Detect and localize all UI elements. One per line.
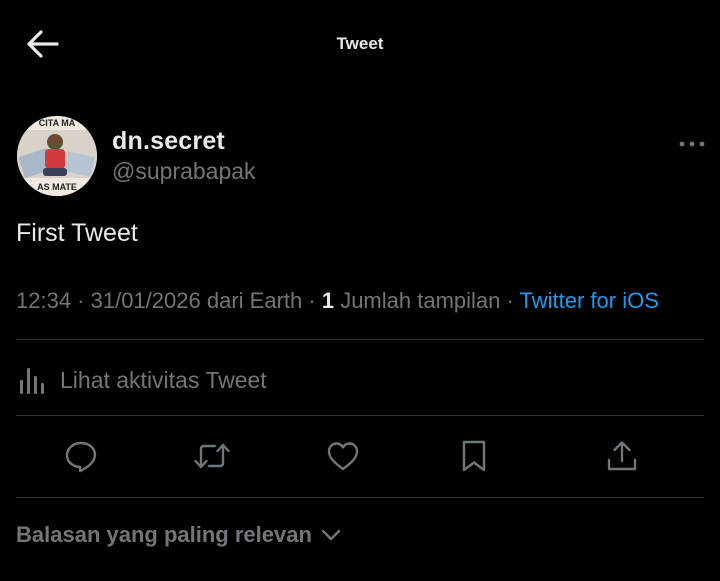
reply-icon [65,441,97,473]
heart-icon [327,442,359,471]
share-icon [607,441,637,471]
view-tweet-activity-label: Lihat aktivitas Tweet [60,366,267,393]
divider [16,339,704,340]
view-count: 1 [321,288,335,313]
more-options-button[interactable] [676,134,708,154]
meta-separator: · [302,288,322,313]
like-button[interactable] [323,436,363,476]
retweet-icon [194,443,230,469]
tweet-source: dari Earth [206,288,303,313]
avatar[interactable]: CITA MA AS MATE [17,116,97,196]
client-link[interactable]: Twitter for iOS [520,288,659,313]
tweet-text: First Tweet [16,219,138,247]
view-tweet-activity[interactable]: Lihat aktivitas Tweet [16,360,267,400]
page-title: Tweet [336,34,384,53]
analytics-icon [20,368,44,394]
replies-sort-dropdown[interactable]: Balasan yang paling relevan [16,522,342,548]
tweet-meta: 12:34 · 31/01/2026 dari Earth · 1 Jumlah… [16,288,659,314]
divider [16,415,704,416]
chevron-down-icon [321,529,341,541]
more-horizontal-icon [679,141,705,147]
replies-sort-label: Balasan yang paling relevan [16,522,312,547]
author-display-name[interactable]: dn.secret [112,127,225,156]
divider [16,497,704,498]
author-handle[interactable]: @suprabapak [112,158,256,185]
tweet-date[interactable]: 31/01/2026 [91,288,201,313]
bookmark-button[interactable] [454,436,494,476]
svg-text:CITA MA: CITA MA [39,118,76,128]
share-button[interactable] [602,436,642,476]
reply-button[interactable] [61,436,101,476]
meta-separator: · [71,288,91,313]
bookmark-icon [462,440,486,472]
retweet-button[interactable] [192,436,232,476]
meta-separator: · [500,288,520,313]
tweet-time[interactable]: 12:34 [16,288,71,313]
svg-text:AS MATE: AS MATE [37,182,77,192]
top-bar: Tweet [0,0,720,88]
avatar-image: CITA MA AS MATE [17,116,97,196]
views-label: Jumlah tampilan [340,288,501,313]
